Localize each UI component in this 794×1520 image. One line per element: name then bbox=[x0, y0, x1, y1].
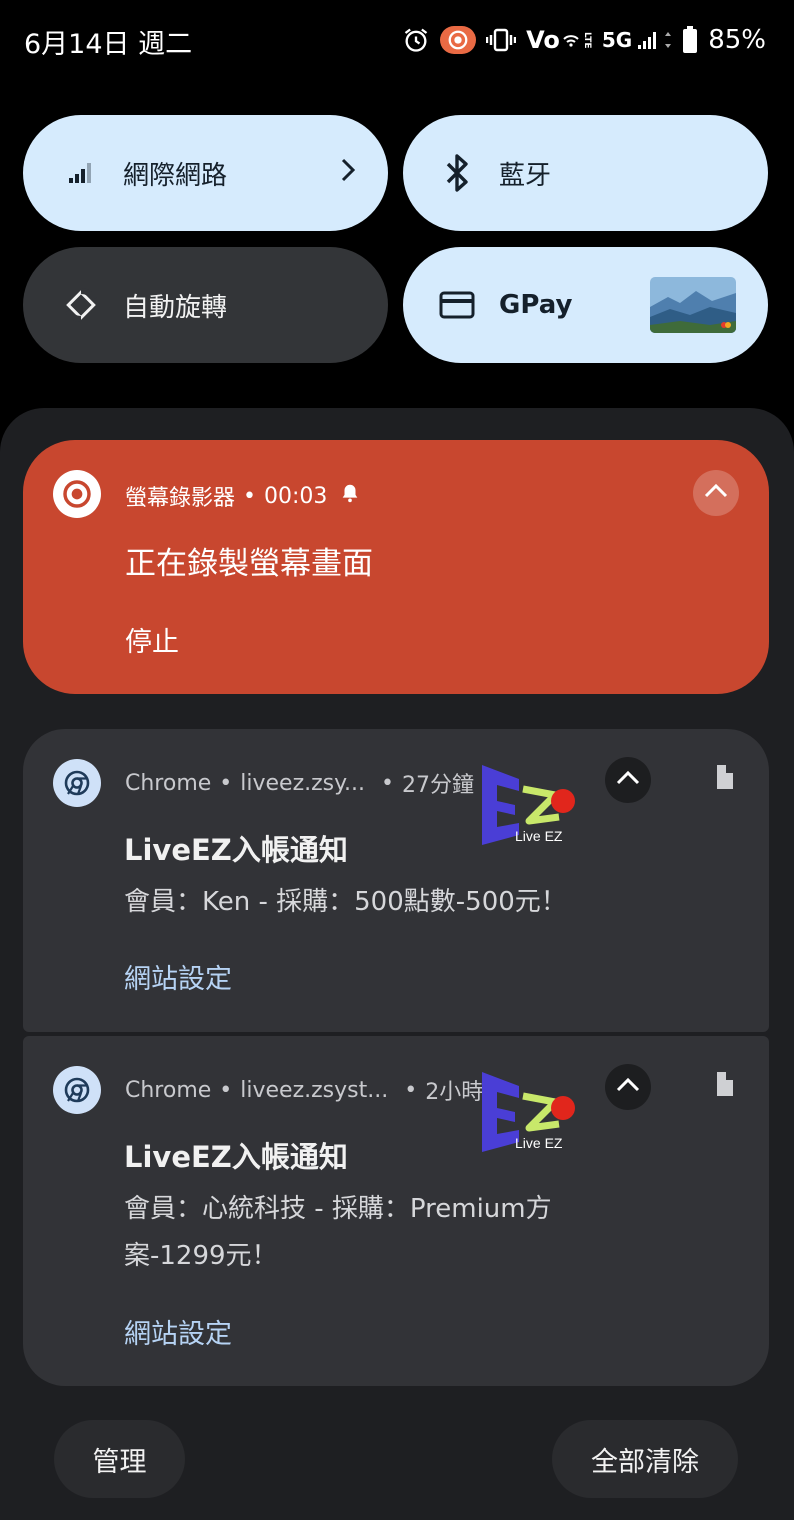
notification-header: Chrome • liveez.zsyst... • 2小時 bbox=[125, 1074, 483, 1106]
chevron-right-icon bbox=[338, 155, 358, 189]
chrome-notification-2[interactable]: Chrome • liveez.zsyst... • 2小時 Live EZ L… bbox=[23, 1036, 769, 1386]
volte-icon: Vo LTE bbox=[526, 26, 592, 54]
recorder-app-name: 螢幕錄影器 bbox=[125, 486, 236, 511]
screen-recorder-app-icon bbox=[53, 470, 101, 518]
pin-icon[interactable] bbox=[715, 1070, 735, 1102]
tile-gpay[interactable]: GPay bbox=[403, 247, 768, 363]
notification-text: 會員：Ken - 採購：500點數-500元！ bbox=[124, 887, 567, 917]
chrome-icon bbox=[53, 759, 101, 807]
tile-bluetooth[interactable]: 藍牙 bbox=[403, 115, 768, 231]
chevron-up-icon bbox=[703, 483, 729, 503]
tile-gpay-label: GPay bbox=[499, 290, 573, 320]
app-name: Chrome bbox=[125, 1077, 212, 1103]
tile-auto-rotate[interactable]: 自動旋轉 bbox=[23, 247, 388, 363]
notification-text-line-2: 案-1299元！ bbox=[124, 1241, 278, 1271]
notification-text-line-1: 會員：心統科技 - 採購：Premium方 bbox=[124, 1194, 552, 1224]
notification-text: 會員：心統科技 - 採購：Premium方 案-1299元！ bbox=[124, 1186, 584, 1280]
notification-title: LiveEZ入帳通知 bbox=[124, 1140, 348, 1174]
chrome-icon bbox=[53, 1066, 101, 1114]
tile-auto-rotate-label: 自動旋轉 bbox=[123, 292, 228, 323]
site-name: liveez.zsyst... bbox=[240, 1077, 389, 1103]
5g-signal-icon: 5G bbox=[602, 23, 672, 57]
status-bar: 6月14日 週二 Vo LTE 5G 85% bbox=[0, 0, 794, 78]
pin-icon[interactable] bbox=[715, 763, 735, 795]
chevron-up-icon bbox=[615, 770, 641, 790]
manage-button[interactable]: 管理 bbox=[54, 1420, 185, 1498]
expand-button[interactable] bbox=[605, 757, 651, 803]
expand-button[interactable] bbox=[605, 1064, 651, 1110]
recorder-elapsed: 00:03 bbox=[264, 483, 328, 509]
site-settings-button[interactable]: 網站設定 bbox=[124, 957, 232, 996]
tile-internet[interactable]: 網際網路 bbox=[23, 115, 388, 231]
logo-text: Live EZ bbox=[515, 828, 563, 844]
tile-bluetooth-label: 藍牙 bbox=[499, 160, 552, 191]
vibrate-icon bbox=[486, 23, 517, 57]
chevron-up-icon bbox=[615, 1077, 641, 1097]
liveez-logo: Live EZ bbox=[479, 1068, 579, 1158]
alarm-icon bbox=[402, 23, 430, 57]
screen-record-icon bbox=[440, 26, 477, 54]
notification-header: Chrome • liveez.zsy... • 27分鐘 bbox=[125, 767, 474, 799]
clear-all-button[interactable]: 全部清除 bbox=[552, 1420, 738, 1498]
app-name: Chrome bbox=[125, 770, 212, 796]
chrome-notification-1[interactable]: Chrome • liveez.zsy... • 27分鐘 Live EZ Li… bbox=[23, 729, 769, 1032]
notification-time: 2小時 bbox=[425, 1080, 484, 1105]
payment-card-image bbox=[650, 277, 736, 333]
recorder-title: 正在錄製螢幕畫面 bbox=[125, 546, 373, 582]
auto-rotate-icon bbox=[57, 281, 105, 329]
notification-title: LiveEZ入帳通知 bbox=[124, 833, 348, 867]
cellular-signal-icon bbox=[57, 149, 105, 197]
battery-percent: 85% bbox=[708, 25, 766, 55]
bluetooth-icon bbox=[433, 149, 481, 197]
site-settings-button[interactable]: 網站設定 bbox=[124, 1312, 232, 1351]
collapse-button[interactable] bbox=[693, 470, 739, 516]
credit-card-icon bbox=[433, 281, 481, 329]
status-date: 6月14日 週二 bbox=[24, 29, 193, 60]
battery-icon bbox=[682, 23, 698, 57]
liveez-logo: Live EZ bbox=[479, 761, 579, 851]
logo-text: Live EZ bbox=[515, 1135, 563, 1151]
site-name: liveez.zsy... bbox=[240, 770, 366, 796]
bell-icon bbox=[339, 482, 361, 510]
status-icons: Vo LTE 5G 85% bbox=[402, 20, 766, 60]
recorder-header: 螢幕錄影器 • 00:03 bbox=[125, 480, 361, 512]
notification-time: 27分鐘 bbox=[402, 773, 474, 798]
stop-button[interactable]: 停止 bbox=[125, 620, 179, 659]
recorder-notification[interactable]: 螢幕錄影器 • 00:03 正在錄製螢幕畫面 停止 bbox=[23, 440, 769, 694]
tile-internet-label: 網際網路 bbox=[123, 160, 228, 191]
